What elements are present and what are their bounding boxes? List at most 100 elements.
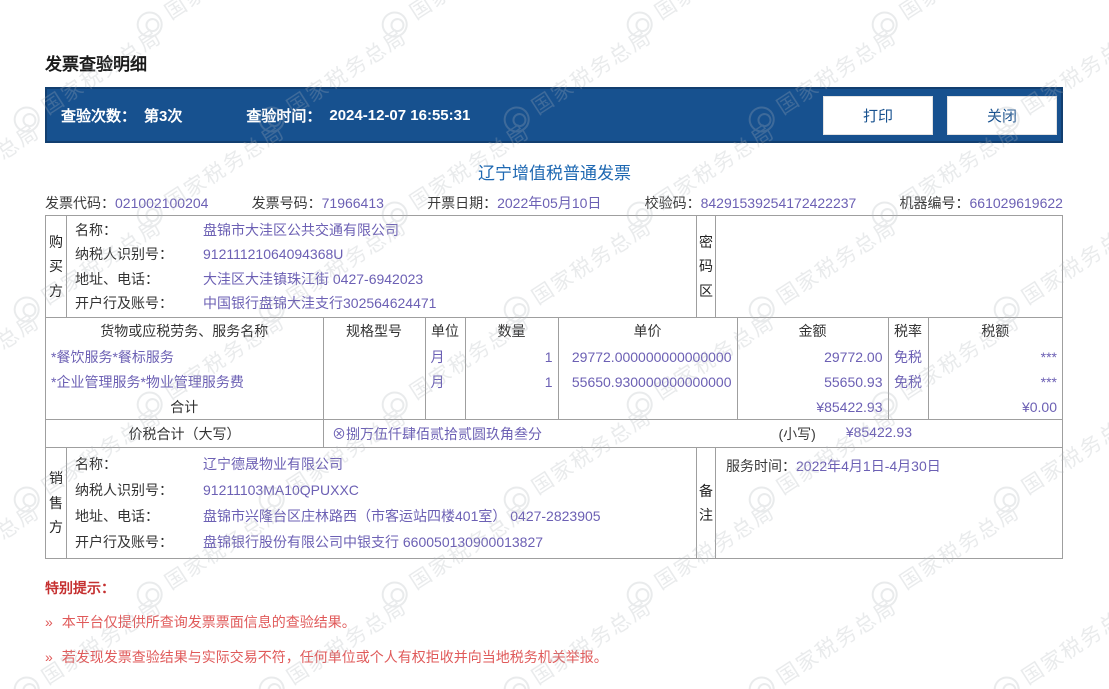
machine-number-value: 661029619622 [969,195,1063,211]
amount-in-words: ⊗捌万伍仟肆佰贰拾贰圆玖角叁分 [332,425,542,442]
watermark-text: 国家税务总局 [0,310,45,405]
notice-item-text: 若发现发票查验结果与实际交易不符，任何单位或个人有权拒收并向当地税务机关举报。 [61,649,608,666]
buyer-address-value: 大洼区大洼镇珠江街 0427-6942023 [203,270,424,287]
seller-address-value: 盘锦市兴隆台区庄林路西（市客运站四楼401室） 0427-2823905 [203,508,601,524]
field-label: 地址、电话： [75,508,159,524]
remark-label: 备注 [699,482,713,524]
invoice-code-label: 发票代码： [45,195,115,211]
tax-emblem-icon [8,291,45,328]
col-header-unit: 单位 [424,318,465,344]
check-time-value: 2024-12-07 16:55:31 [329,106,471,124]
watermark-tile: 国家税务总局 [743,591,903,689]
password-area [716,216,1062,317]
meta-check-code: 校验码：84291539254172422237 [645,193,857,213]
invoice-number-value: 71966413 [321,195,384,211]
password-area-label: 密码区 [699,233,713,299]
item-amount: 29772.00 [736,344,888,369]
bullet-icon: » [45,649,53,666]
total-amount: ¥85422.93 [736,394,888,419]
col-header-tax-rate: 税率 [887,318,928,344]
seller-section: 销售方 名称： 辽宁德晟物业有限公司 纳税人识别号： 91211103MA10Q… [46,448,1062,558]
seller-name-row: 名称： 辽宁德晟物业有限公司 [75,454,696,474]
col-header-name: 货物或应税劳务、服务名称 [100,323,269,339]
watermark-text: 国家税务总局 [403,0,535,26]
watermark-tile: 国家税务总局 [621,0,781,44]
notice-item: » 若发现发票查验结果与实际交易不符，任何单位或个人有权拒收并向当地税务机关举报。 [45,646,608,668]
watermark-tile: 国家税务总局 [131,0,291,44]
invoice-date-value: 2022年05月10日 [497,195,602,211]
watermark-text: 国家税务总局 [0,500,45,595]
password-side-column: 密码区 [696,216,716,317]
invoice-date-label: 开票日期： [427,195,498,211]
watermark-text: 国家税务总局 [773,595,902,689]
watermark-text: 国家税务总局 [158,0,290,26]
invoice-verification-page: 发票查验明细 查验次数： 第3次 查验时间： 2024-12-07 16:55:… [0,0,1109,689]
empty-cell [424,394,465,419]
item-row: *餐饮服务*餐标服务 月 1 29772.000000000000000 297… [46,344,1062,369]
field-label: 纳税人识别号： [75,246,173,263]
invoice-box: 购买方 名称： 盘锦市大洼区公共交通有限公司 纳税人识别号： 912111210… [45,215,1063,559]
field-label: 名称： [75,456,117,472]
seller-taxid-value: 91211103MA10QPUXXC [203,482,359,498]
meta-invoice-date: 开票日期：2022年05月10日 [427,193,601,213]
buyer-bank-value: 中国银行盘锦大洼支行302564624471 [203,294,437,311]
item-name: *餐饮服务*餐标服务 [51,348,174,365]
notice-item-text: 本平台仅提供所查询发票票面信息的查验结果。 [61,614,356,630]
total-label: 合计 [170,398,199,415]
invoice-code-value: 021002100204 [115,195,209,211]
page-title: 发票查验明细 [45,55,147,74]
amount-small-group: (小写) ¥85422.93 [778,424,912,444]
item-unit: 月 [424,369,465,394]
tax-emblem-icon [988,671,1025,689]
amount-in-words-section: 价税合计（大写） ⊗捌万伍仟肆佰贰拾贰圆玖角叁分 (小写) ¥85422.93 [46,420,1062,448]
buyer-name-value: 盘锦市大洼区公共交通有限公司 [203,222,399,239]
tax-emblem-icon [621,576,658,613]
bullet-icon: » [45,614,53,630]
item-qty: 1 [464,369,558,394]
col-header-spec: 规格型号 [322,318,425,344]
item-unit-price: 55650.930000000000000 [557,369,737,394]
amount-small-value: ¥85422.93 [845,423,912,440]
seller-name-value: 辽宁德晟物业有限公司 [203,456,343,472]
tax-emblem-icon [8,101,45,138]
tax-emblem-icon [498,671,535,689]
service-period-label: 服务时间： [726,458,796,474]
seller-fields: 名称： 辽宁德晟物业有限公司 纳税人识别号： 91211103MA10QPUXX… [67,448,696,558]
watermark-text: 国家税务总局 [1018,595,1109,689]
remark-area: 服务时间：2022年4月1日-4月30日 [716,448,1062,558]
buyer-side-label: 购买方 [49,233,63,299]
field-label: 开户行及账号： [75,294,173,311]
item-qty: 1 [464,344,558,369]
field-label: 名称： [75,222,117,239]
empty-cell [322,394,425,419]
item-tax-amount: *** [927,344,1062,369]
print-button[interactable]: 打印 [823,95,933,135]
buyer-taxid-value: 91211121064094368U [203,246,344,263]
bar-buttons: 打印 关闭 [823,95,1061,135]
items-table: 货物或应税劳务、服务名称 规格型号 单位 数量 单价 金额 税率 税额 *餐饮服… [46,318,1062,419]
watermark-tile: 国家税务总局 [0,0,45,44]
field-label: 纳税人识别号： [75,482,173,498]
meta-machine-number: 机器编号：661029619622 [900,193,1063,213]
close-button[interactable]: 关闭 [947,95,1057,135]
notice-title: 特别提示： [45,580,115,596]
verification-bar: 查验次数： 第3次 查验时间： 2024-12-07 16:55:31 打印 关… [45,87,1063,143]
check-time-label: 查验时间： [246,107,322,125]
buyer-side-column: 购买方 [46,216,67,317]
item-name: *企业管理服务*物业管理服务费 [51,373,244,390]
item-unit-price: 29772.000000000000000 [557,344,737,369]
check-code-value: 84291539254172422237 [700,195,857,211]
seller-side-label: 销售方 [49,470,63,536]
buyer-address-row: 地址、电话： 大洼区大洼镇珠江街 0427-6942023 [75,269,696,289]
empty-cell [887,394,928,419]
watermark-tile: 国家税务总局 [376,0,536,44]
meta-invoice-code: 发票代码：021002100204 [45,193,208,213]
check-code-label: 校验码： [644,195,701,211]
tax-emblem-icon [866,6,903,43]
item-spec [322,344,425,369]
items-total-row: 合计 ¥85422.93 ¥0.00 [46,394,1062,419]
col-header-tax: 税额 [927,318,1062,344]
seller-address-row: 地址、电话： 盘锦市兴隆台区庄林路西（市客运站四楼401室） 0427-2823… [75,506,696,526]
tax-emblem-icon [8,671,45,689]
buyer-fields: 名称： 盘锦市大洼区公共交通有限公司 纳税人识别号： 9121112106409… [67,216,696,317]
